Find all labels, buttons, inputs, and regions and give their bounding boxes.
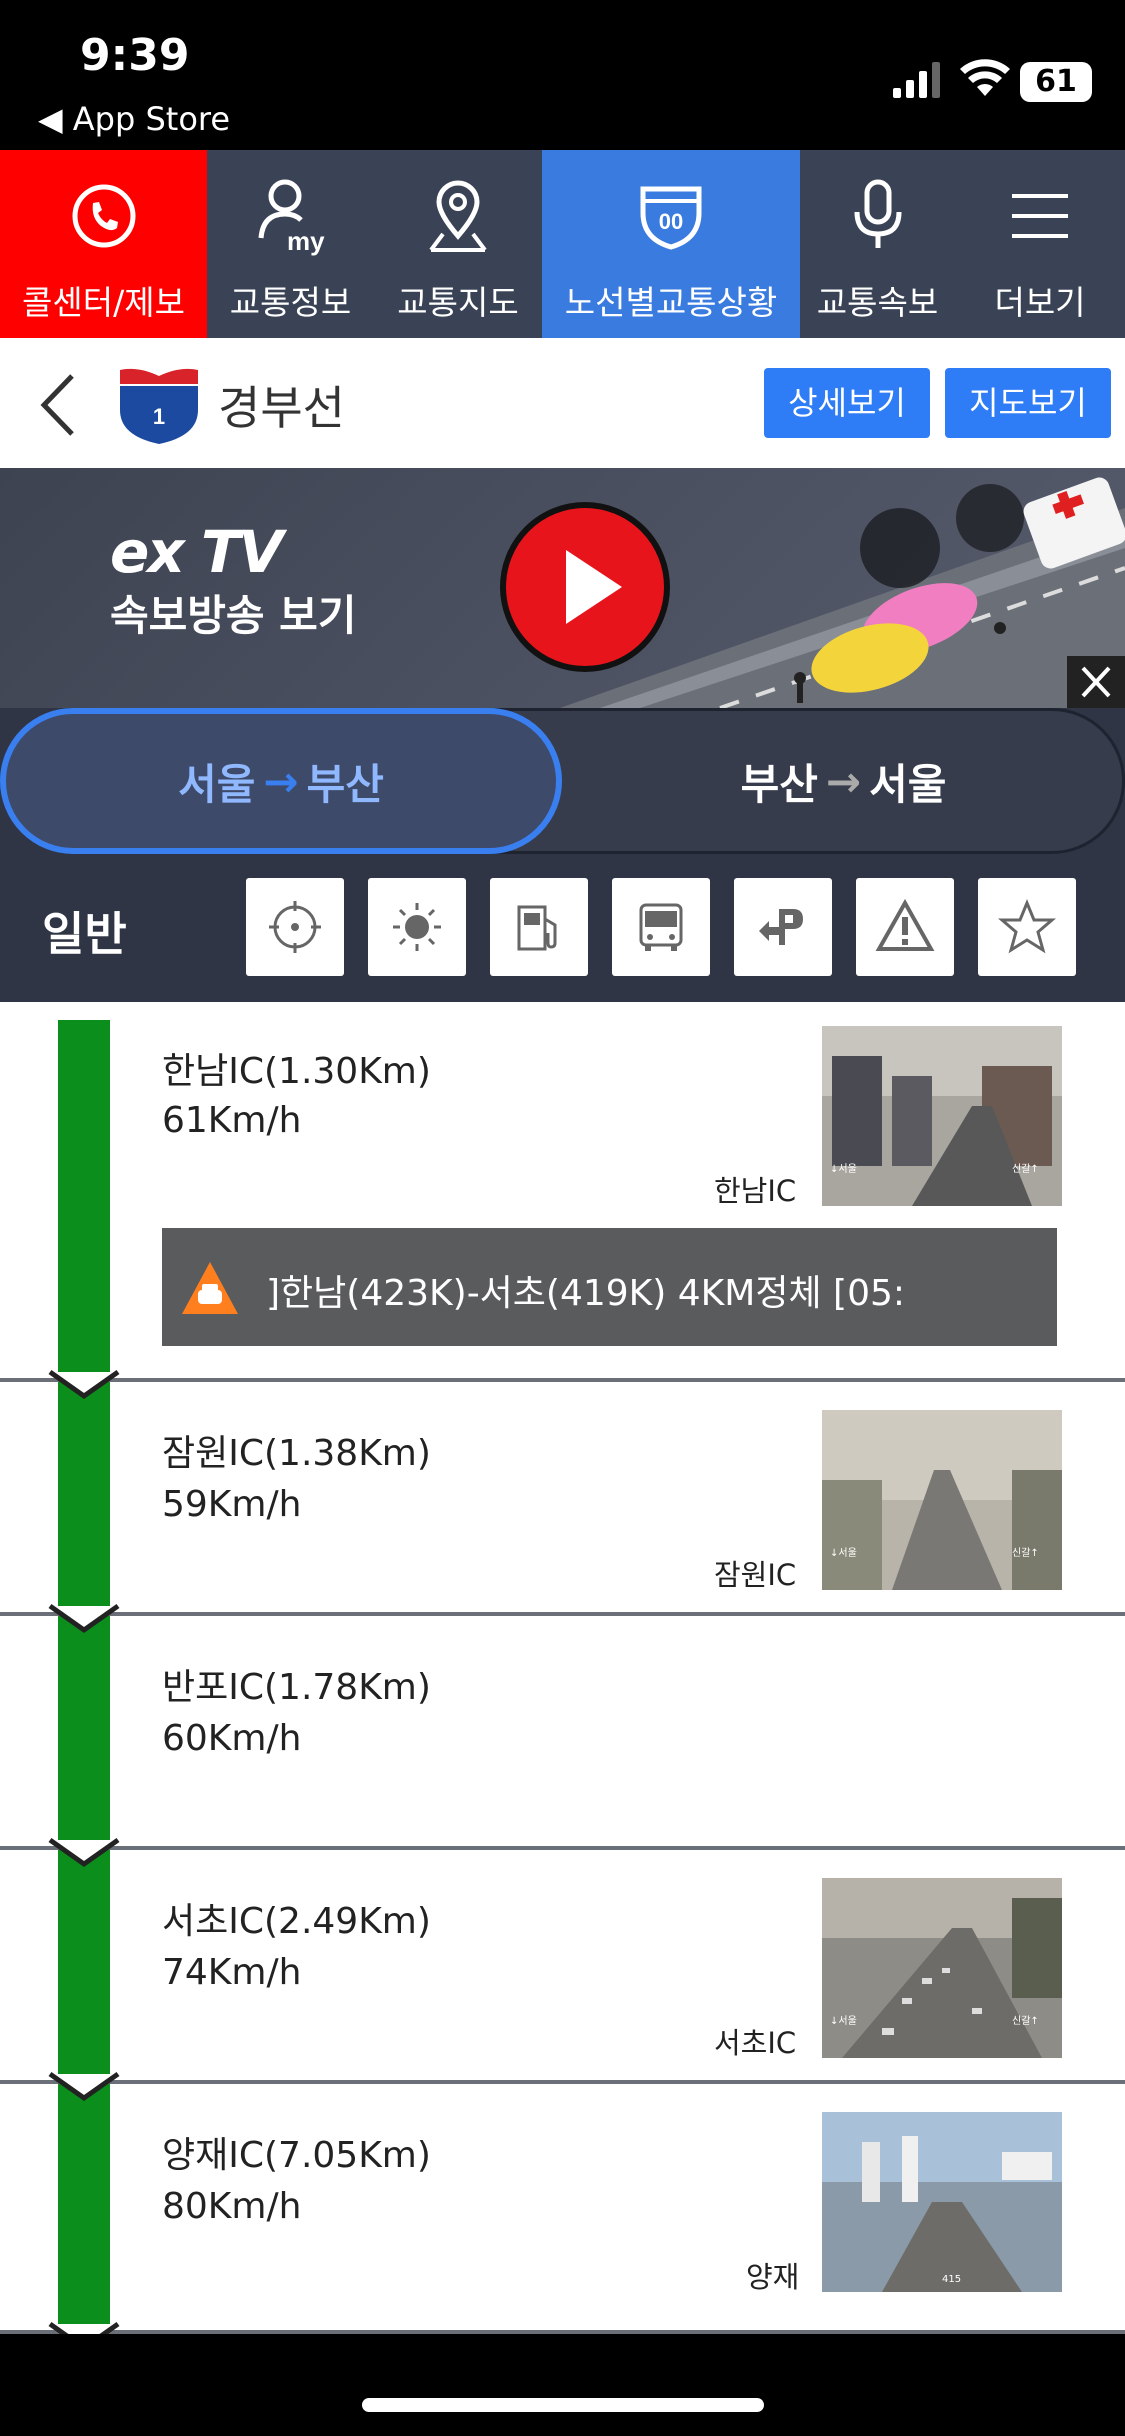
list-item[interactable]: 한남IC(1.30Km) 61Km/h 한남IC ↓서울 신갈↑ ]한남(423… [0, 1002, 1125, 1400]
svg-text:↓서울: ↓서울 [830, 2015, 857, 2027]
menu-icon [1004, 176, 1076, 256]
incident-alert[interactable]: ]한남(423K)-서초(419K) 4KM정체 [05: [162, 1228, 1057, 1346]
cctv-image[interactable]: ↓서울 신갈↑ [822, 1878, 1062, 2058]
weather-sun-icon[interactable] [368, 878, 466, 976]
filter-bar: 일반 [0, 854, 1125, 1002]
nav-more[interactable]: 더보기 [955, 150, 1125, 338]
svg-text:my: my [287, 226, 325, 256]
route-header: 1 경부선 상세보기 지도보기 [0, 338, 1125, 468]
play-icon[interactable] [500, 502, 670, 672]
list-item[interactable]: 반포IC(1.78Km) 60Km/h [0, 1616, 1125, 1868]
svg-text:00: 00 [659, 209, 683, 234]
nav-route-traffic[interactable]: 00 노선별교통상황 [542, 150, 800, 338]
clock: 9:39 [80, 30, 190, 81]
arrow-right-icon: → [263, 756, 299, 806]
my-user-icon: my [255, 176, 327, 256]
tab-busan-to-seoul[interactable]: 부산 → 서울 [562, 708, 1125, 854]
svg-text:415: 415 [942, 2274, 961, 2285]
nav-traffic-map[interactable]: 교통지도 [374, 150, 542, 338]
route-segment-list: 한남IC(1.30Km) 61Km/h 한남IC ↓서울 신갈↑ ]한남(423… [0, 1002, 1125, 2334]
filter-label: 일반 [42, 907, 127, 961]
cctv-image[interactable]: 415 [822, 2112, 1062, 2292]
status-bar: 9:39 ◀ App Store 61 [0, 0, 1125, 150]
accident-warning-icon [182, 1262, 238, 1314]
svg-text:신갈↑: 신갈↑ [1012, 1162, 1039, 1175]
back-to-app-store[interactable]: ◀ App Store [38, 100, 230, 138]
ex-tv-banner[interactable]: ex TV 속보방송 보기 [0, 468, 1125, 708]
top-navigation: 콜센터/제보 my 교통정보 교통지도 00 노선별교통상황 교통속보 더보기 [0, 150, 1125, 338]
wifi-icon [960, 59, 1010, 96]
detail-view-button[interactable]: 상세보기 [764, 368, 930, 438]
divider [0, 2330, 1125, 2334]
map-view-button[interactable]: 지도보기 [945, 368, 1111, 438]
battery-indicator: 61 [1020, 62, 1092, 102]
location-target-icon[interactable] [246, 878, 344, 976]
cctv-image[interactable]: ↓서울 신갈↑ [822, 1410, 1062, 1590]
tab-seoul-to-busan[interactable]: 서울 → 부산 [0, 708, 562, 854]
list-item[interactable]: 서초IC(2.49Km) 74Km/h 서초IC ↓서울 신갈↑ [0, 1850, 1125, 2102]
route-shield-icon: 00 [635, 176, 707, 256]
nav-traffic-news[interactable]: 교통속보 [800, 150, 955, 338]
page-title: 경부선 [218, 381, 345, 435]
cctv-image[interactable]: ↓서울 신갈↑ [822, 1026, 1062, 1206]
back-chevron-icon[interactable] [34, 370, 84, 440]
nav-traffic-info[interactable]: my 교통정보 [207, 150, 374, 338]
phone-icon [68, 176, 140, 256]
map-pin-icon [422, 176, 494, 256]
list-item[interactable]: 양재IC(7.05Km) 80Km/h 양재 415 [0, 2084, 1125, 2334]
svg-text:↓서울: ↓서울 [830, 1163, 857, 1175]
star-icon[interactable] [978, 878, 1076, 976]
svg-text:1: 1 [153, 404, 165, 429]
chevron-down-icon [48, 2321, 120, 2334]
direction-tabs: 서울 → 부산 부산 → 서울 [0, 708, 1125, 854]
ex-tv-logo: ex TV 속보방송 보기 [110, 518, 357, 640]
svg-text:↓서울: ↓서울 [830, 1547, 857, 1559]
home-indicator[interactable] [362, 2398, 764, 2412]
svg-text:신갈↑: 신갈↑ [1012, 1546, 1039, 1559]
gas-station-icon[interactable] [490, 878, 588, 976]
parking-icon[interactable] [734, 878, 832, 976]
arrow-right-icon: → [825, 756, 862, 806]
close-icon[interactable] [1067, 656, 1125, 708]
warning-icon[interactable] [856, 878, 954, 976]
bus-icon[interactable] [612, 878, 710, 976]
microphone-icon [842, 176, 914, 256]
route-shield-badge: 1 [120, 368, 198, 444]
list-item[interactable]: 잠원IC(1.38Km) 59Km/h 잠원IC ↓서울 신갈↑ [0, 1382, 1125, 1634]
cellular-signal-icon [893, 62, 940, 98]
svg-text:신갈↑: 신갈↑ [1012, 2014, 1039, 2027]
nav-call-center[interactable]: 콜센터/제보 [0, 150, 207, 338]
